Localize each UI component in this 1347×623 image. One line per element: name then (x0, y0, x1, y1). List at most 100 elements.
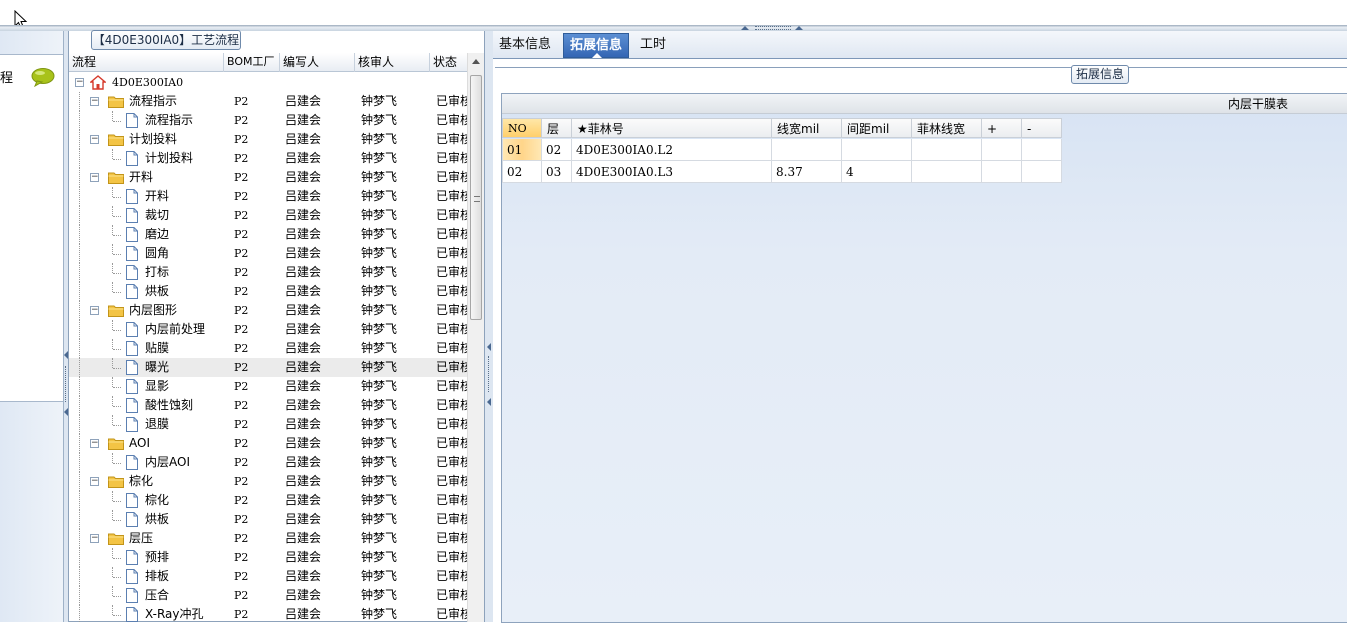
column-header-status[interactable]: 状态 (430, 53, 467, 72)
tree-node[interactable]: 烘板 (69, 510, 224, 529)
collapse-left-icon[interactable] (487, 343, 491, 351)
tree-node[interactable]: − 计划投料 (69, 130, 224, 149)
collapse-icon[interactable]: − (90, 306, 99, 315)
scroll-thumb[interactable] (470, 75, 482, 320)
grid-cell[interactable]: 01 (502, 139, 542, 161)
grid-cell[interactable] (1022, 139, 1062, 161)
add-column-button[interactable]: + (982, 118, 1022, 138)
collapse-icon[interactable]: − (90, 439, 99, 448)
column-header-layer[interactable]: 层 (542, 118, 572, 138)
tree-item-row[interactable]: 内层AOI P2 吕建会 钟梦飞 已审核 (69, 453, 467, 472)
column-header-film-width[interactable]: 菲林线宽 (912, 118, 982, 138)
collapse-icon[interactable]: − (90, 173, 99, 182)
tree-node[interactable]: 圆角 (69, 244, 224, 263)
grid-cell[interactable]: 8.37 (772, 161, 842, 183)
grid-cell[interactable]: 03 (542, 161, 572, 183)
tree-item-row[interactable]: 退膜 P2 吕建会 钟梦飞 已审核 (69, 415, 467, 434)
collapse-icon[interactable]: − (90, 534, 99, 543)
tree-node[interactable]: X-Ray冲孔 (69, 605, 224, 622)
tree-item-row[interactable]: 酸性蚀刻 P2 吕建会 钟梦飞 已审核 (69, 396, 467, 415)
tree-node[interactable]: − 4D0E300IA0 (69, 73, 224, 92)
collapse-icon[interactable]: − (75, 78, 84, 87)
splitter-grip-icon[interactable] (755, 26, 791, 30)
tree-node[interactable]: − 内层图形 (69, 301, 224, 320)
tree-item-row[interactable]: 开料 P2 吕建会 钟梦飞 已审核 (69, 187, 467, 206)
tree-item-row[interactable]: 裁切 P2 吕建会 钟梦飞 已审核 (69, 206, 467, 225)
grid-cell[interactable] (1022, 161, 1062, 183)
tree-folder-row[interactable]: − 计划投料 P2 吕建会 钟梦飞 已审核 (69, 130, 467, 149)
vertical-splitter-right[interactable] (485, 31, 493, 622)
grid-cell[interactable]: 4D0E300IA0.L3 (572, 161, 772, 183)
tab-extended-info[interactable]: 拓展信息 (563, 33, 630, 58)
tab-basic-info[interactable]: 基本信息 (493, 33, 557, 58)
tree-folder-row[interactable]: − 流程指示 P2 吕建会 钟梦飞 已审核 (69, 92, 467, 111)
tree-item-row[interactable]: 贴膜 P2 吕建会 钟梦飞 已审核 (69, 339, 467, 358)
tree-folder-row[interactable]: − 层压 P2 吕建会 钟梦飞 已审核 (69, 529, 467, 548)
tree-node[interactable]: 预排 (69, 548, 224, 567)
tree-node[interactable]: 排板 (69, 567, 224, 586)
column-header-spacing[interactable]: 间距mil (842, 118, 912, 138)
tree-node[interactable]: − 流程指示 (69, 92, 224, 111)
collapse-up-icon[interactable] (741, 26, 749, 30)
grid-cell[interactable]: 4 (842, 161, 912, 183)
tree-item-row[interactable]: 预排 P2 吕建会 钟梦飞 已审核 (69, 548, 467, 567)
tree-node[interactable]: 裁切 (69, 206, 224, 225)
tree-folder-row[interactable]: − 内层图形 P2 吕建会 钟梦飞 已审核 (69, 301, 467, 320)
column-header-bom[interactable]: BOM工厂 (224, 53, 280, 72)
column-header-writer[interactable]: 编写人 (280, 53, 355, 72)
tree-item-row[interactable]: 曝光 P2 吕建会 钟梦飞 已审核 (69, 358, 467, 377)
collapse-icon[interactable]: − (90, 477, 99, 486)
grid-cell[interactable] (982, 139, 1022, 161)
tree-item-row[interactable]: 棕化 P2 吕建会 钟梦飞 已审核 (69, 491, 467, 510)
tree-node[interactable]: − AOI (69, 434, 224, 453)
grid-cell[interactable] (772, 139, 842, 161)
tree-folder-row[interactable]: − 开料 P2 吕建会 钟梦飞 已审核 (69, 168, 467, 187)
tree-node[interactable]: − 开料 (69, 168, 224, 187)
tree-node[interactable]: 贴膜 (69, 339, 224, 358)
splitter-grip-icon[interactable] (488, 356, 490, 392)
left-nav-label[interactable]: 程 (0, 67, 13, 86)
grid-cell[interactable] (842, 139, 912, 161)
grid-cell[interactable] (912, 139, 982, 161)
tree-root-row[interactable]: − 4D0E300IA0 (69, 73, 467, 92)
grid-cell[interactable]: 02 (502, 161, 542, 183)
tree-folder-row[interactable]: − AOI P2 吕建会 钟梦飞 已审核 (69, 434, 467, 453)
tree-node[interactable]: 开料 (69, 187, 224, 206)
tree-item-row[interactable]: 烘板 P2 吕建会 钟梦飞 已审核 (69, 282, 467, 301)
tree-node[interactable]: 磨边 (69, 225, 224, 244)
grid-cell[interactable] (912, 161, 982, 183)
tree-node[interactable]: − 棕化 (69, 472, 224, 491)
chat-bubble-icon[interactable] (31, 67, 55, 87)
column-header-film-no[interactable]: ★菲林号 (572, 118, 772, 138)
column-header-line-width[interactable]: 线宽mil (772, 118, 842, 138)
tree-item-row[interactable]: 流程指示 P2 吕建会 钟梦飞 已审核 (69, 111, 467, 130)
tree-scrollbar[interactable] (467, 53, 484, 622)
collapse-left-icon[interactable] (487, 398, 491, 406)
collapse-icon[interactable]: − (90, 135, 99, 144)
grid-cell[interactable]: 4D0E300IA0.L2 (572, 139, 772, 161)
remove-column-button[interactable]: - (1022, 118, 1062, 138)
tree-node[interactable]: 流程指示 (69, 111, 224, 130)
tree-node[interactable]: 曝光 (69, 358, 224, 377)
tree-node[interactable]: 打标 (69, 263, 224, 282)
tree-item-row[interactable]: 排板 P2 吕建会 钟梦飞 已审核 (69, 567, 467, 586)
collapse-icon[interactable]: − (90, 97, 99, 106)
tree-node[interactable]: 酸性蚀刻 (69, 396, 224, 415)
tree-item-row[interactable]: 打标 P2 吕建会 钟梦飞 已审核 (69, 263, 467, 282)
tree-item-row[interactable]: 显影 P2 吕建会 钟梦飞 已审核 (69, 377, 467, 396)
tree-item-row[interactable]: 压合 P2 吕建会 钟梦飞 已审核 (69, 586, 467, 605)
tab-work-hours[interactable]: 工时 (634, 33, 672, 58)
tree-node[interactable]: 退膜 (69, 415, 224, 434)
tree-node[interactable]: 棕化 (69, 491, 224, 510)
tree-item-row[interactable]: 磨边 P2 吕建会 钟梦飞 已审核 (69, 225, 467, 244)
column-header-reviewer[interactable]: 核审人 (355, 53, 430, 72)
tree-node[interactable]: 烘板 (69, 282, 224, 301)
grid-cell[interactable] (982, 161, 1022, 183)
tree-item-row[interactable]: 内层前处理 P2 吕建会 钟梦飞 已审核 (69, 320, 467, 339)
tree-item-row[interactable]: 圆角 P2 吕建会 钟梦飞 已审核 (69, 244, 467, 263)
tree-node[interactable]: 内层AOI (69, 453, 224, 472)
scroll-up-icon[interactable] (472, 59, 480, 64)
tree-node[interactable]: 压合 (69, 586, 224, 605)
tree-node[interactable]: 计划投料 (69, 149, 224, 168)
splitter-grip-icon[interactable] (65, 366, 67, 402)
